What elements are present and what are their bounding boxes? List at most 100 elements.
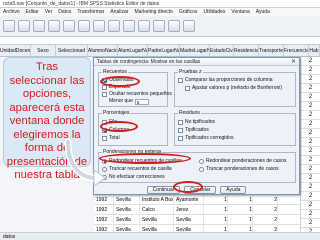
cell[interactable]: 1	[228, 205, 253, 214]
column-header[interactable]: MadreLugarNac	[180, 45, 210, 56]
unstandardized-checkbox[interactable]: No tipificados	[178, 119, 215, 126]
cell[interactable]: 1	[228, 215, 253, 224]
cell[interactable]: 2	[301, 147, 320, 156]
cell[interactable]: Sevilla	[140, 215, 174, 224]
cell[interactable]: 2	[301, 129, 320, 138]
cell[interactable]: 2	[301, 201, 320, 210]
cell[interactable]: 2	[301, 183, 320, 192]
hide-small-checkbox[interactable]: Ocultar recuentos pequeños	[102, 91, 172, 98]
column-header[interactable]: Hab	[309, 45, 320, 56]
cell[interactable]: 2	[301, 210, 320, 219]
cell[interactable]: 2	[301, 138, 320, 147]
undo-icon[interactable]	[63, 20, 75, 32]
trunc-case-radio[interactable]: Truncar ponderaciones de casos	[199, 166, 279, 173]
cell[interactable]: 2	[301, 57, 320, 66]
print-icon[interactable]	[33, 20, 45, 32]
cell[interactable]: Calco	[140, 205, 174, 214]
cell[interactable]: 2	[301, 111, 320, 120]
menu-item[interactable]: Analizar	[107, 8, 131, 16]
menu-item[interactable]: Gráficos	[176, 8, 201, 16]
close-icon[interactable]: ✕	[290, 59, 297, 65]
cell[interactable]: Ayamonte	[174, 195, 204, 204]
cell[interactable]: 2	[301, 192, 320, 201]
column-header[interactable]: EstadoCivil	[210, 45, 234, 56]
redo-icon[interactable]	[78, 20, 90, 32]
menu-item[interactable]: Ventana	[228, 8, 252, 16]
help-button[interactable]: Ayuda	[220, 186, 247, 194]
cell[interactable]: 1	[228, 195, 253, 204]
z-test-group: Pruebas z Comparar las proporciones de c…	[174, 69, 296, 107]
trunc-cell-radio[interactable]: Truncar recuentos de casilla	[102, 166, 172, 173]
cell[interactable]: Sevilla	[114, 205, 140, 214]
option-label: Tipificados corregidos	[185, 135, 234, 141]
checkbox-icon	[102, 85, 107, 90]
column-header[interactable]: AlumLugarNac	[118, 45, 148, 56]
find-icon[interactable]	[123, 20, 135, 32]
open-icon[interactable]	[3, 20, 15, 32]
cell[interactable]: Sevilla	[114, 215, 140, 224]
save-icon[interactable]	[18, 20, 30, 32]
column-header[interactable]: Sexo	[31, 45, 56, 56]
cell[interactable]: 2	[301, 66, 320, 75]
cell[interactable]: Instituto A Bosc	[140, 195, 174, 204]
menu-item[interactable]: Ver	[42, 8, 56, 16]
cell[interactable]: Sevilla	[174, 215, 204, 224]
cell[interactable]: 1	[204, 215, 228, 224]
cell[interactable]: 2	[301, 165, 320, 174]
column-header[interactable]: UnidadDocente	[0, 45, 31, 56]
column-header[interactable]: Residencia	[234, 45, 259, 56]
cell[interactable]: 1992	[94, 205, 114, 214]
adj-standardized-checkbox[interactable]: Tipificados corregidos	[178, 135, 233, 142]
cell[interactable]: Sevilla	[114, 195, 140, 204]
menu-item[interactable]: Transformar	[74, 8, 107, 16]
table-row[interactable]: 1992 Sevilla Calco Jerez 1 1 2	[94, 205, 320, 215]
insert-cases-icon[interactable]	[138, 20, 150, 32]
option-label: Truncar ponderaciones de casos	[206, 166, 279, 172]
cell[interactable]: 1	[204, 205, 228, 214]
menu-item[interactable]: Datos	[55, 8, 74, 16]
group-title: Pruebas z	[178, 69, 203, 75]
column-header[interactable]: FrecuenciaEstudio	[284, 45, 309, 56]
table-row[interactable]: 1992 Sevilla Sevilla Sevilla 1 1 2	[94, 215, 320, 225]
column-header[interactable]: PadreLugarNacim	[148, 45, 180, 56]
value-labels-icon[interactable]	[183, 20, 195, 32]
cell[interactable]: 2	[301, 120, 320, 129]
column-header[interactable]: Transporte	[259, 45, 284, 56]
goto-case-icon[interactable]	[93, 20, 105, 32]
weight-cases-icon[interactable]	[168, 20, 180, 32]
dialog-recall-icon[interactable]	[48, 20, 60, 32]
cell[interactable]: 2	[301, 93, 320, 102]
cell[interactable]: 1992	[94, 215, 114, 224]
column-header[interactable]: AlumnoNacional	[88, 45, 118, 56]
standardized-checkbox[interactable]: Tipificados	[178, 127, 209, 134]
cell[interactable]: 2	[301, 75, 320, 84]
cell[interactable]: Jerez	[174, 205, 204, 214]
column-header[interactable]: Seleccionad	[56, 45, 88, 56]
dialog-title: Tablas de contingencia: Mostrar en las c…	[94, 58, 299, 66]
compare-props-checkbox[interactable]: Comparar las proporciones de columna	[178, 77, 273, 84]
no-adjust-radio[interactable]: No efectuar correcciones	[102, 174, 165, 181]
cell[interactable]: 2	[301, 174, 320, 183]
cell[interactable]: 2	[301, 102, 320, 111]
cell[interactable]: 2	[301, 219, 320, 228]
menu-item[interactable]: Utilidades	[200, 8, 228, 16]
adjust-p-checkbox[interactable]: Ajustar valores p (método de Bonferroni)	[185, 85, 282, 92]
cell[interactable]: 2	[301, 156, 320, 165]
cell[interactable]: 2	[301, 84, 320, 93]
menu-item[interactable]: Editar	[23, 8, 42, 16]
cell[interactable]: 2	[253, 205, 278, 214]
split-file-icon[interactable]	[153, 20, 165, 32]
option-label: Ocultar recuentos pequeños	[109, 91, 172, 97]
menu-item[interactable]: Archivo	[0, 8, 23, 16]
cell[interactable]: 2	[253, 195, 278, 204]
less-than-input[interactable]: 5	[135, 99, 149, 105]
table-row[interactable]: 1992 Sevilla Instituto A Bosc Ayamonte 1…	[94, 195, 320, 205]
cell[interactable]: 1	[204, 195, 228, 204]
round-case-radio[interactable]: Redondear ponderaciones de casos	[199, 158, 286, 165]
cell[interactable]: 2	[253, 215, 278, 224]
menu-item[interactable]: Ayuda	[253, 8, 273, 16]
cell[interactable]: 1992	[94, 195, 114, 204]
variables-icon[interactable]	[108, 20, 120, 32]
cell-editor-bar[interactable]	[0, 37, 320, 45]
menu-item[interactable]: Marketing directo	[131, 8, 175, 16]
